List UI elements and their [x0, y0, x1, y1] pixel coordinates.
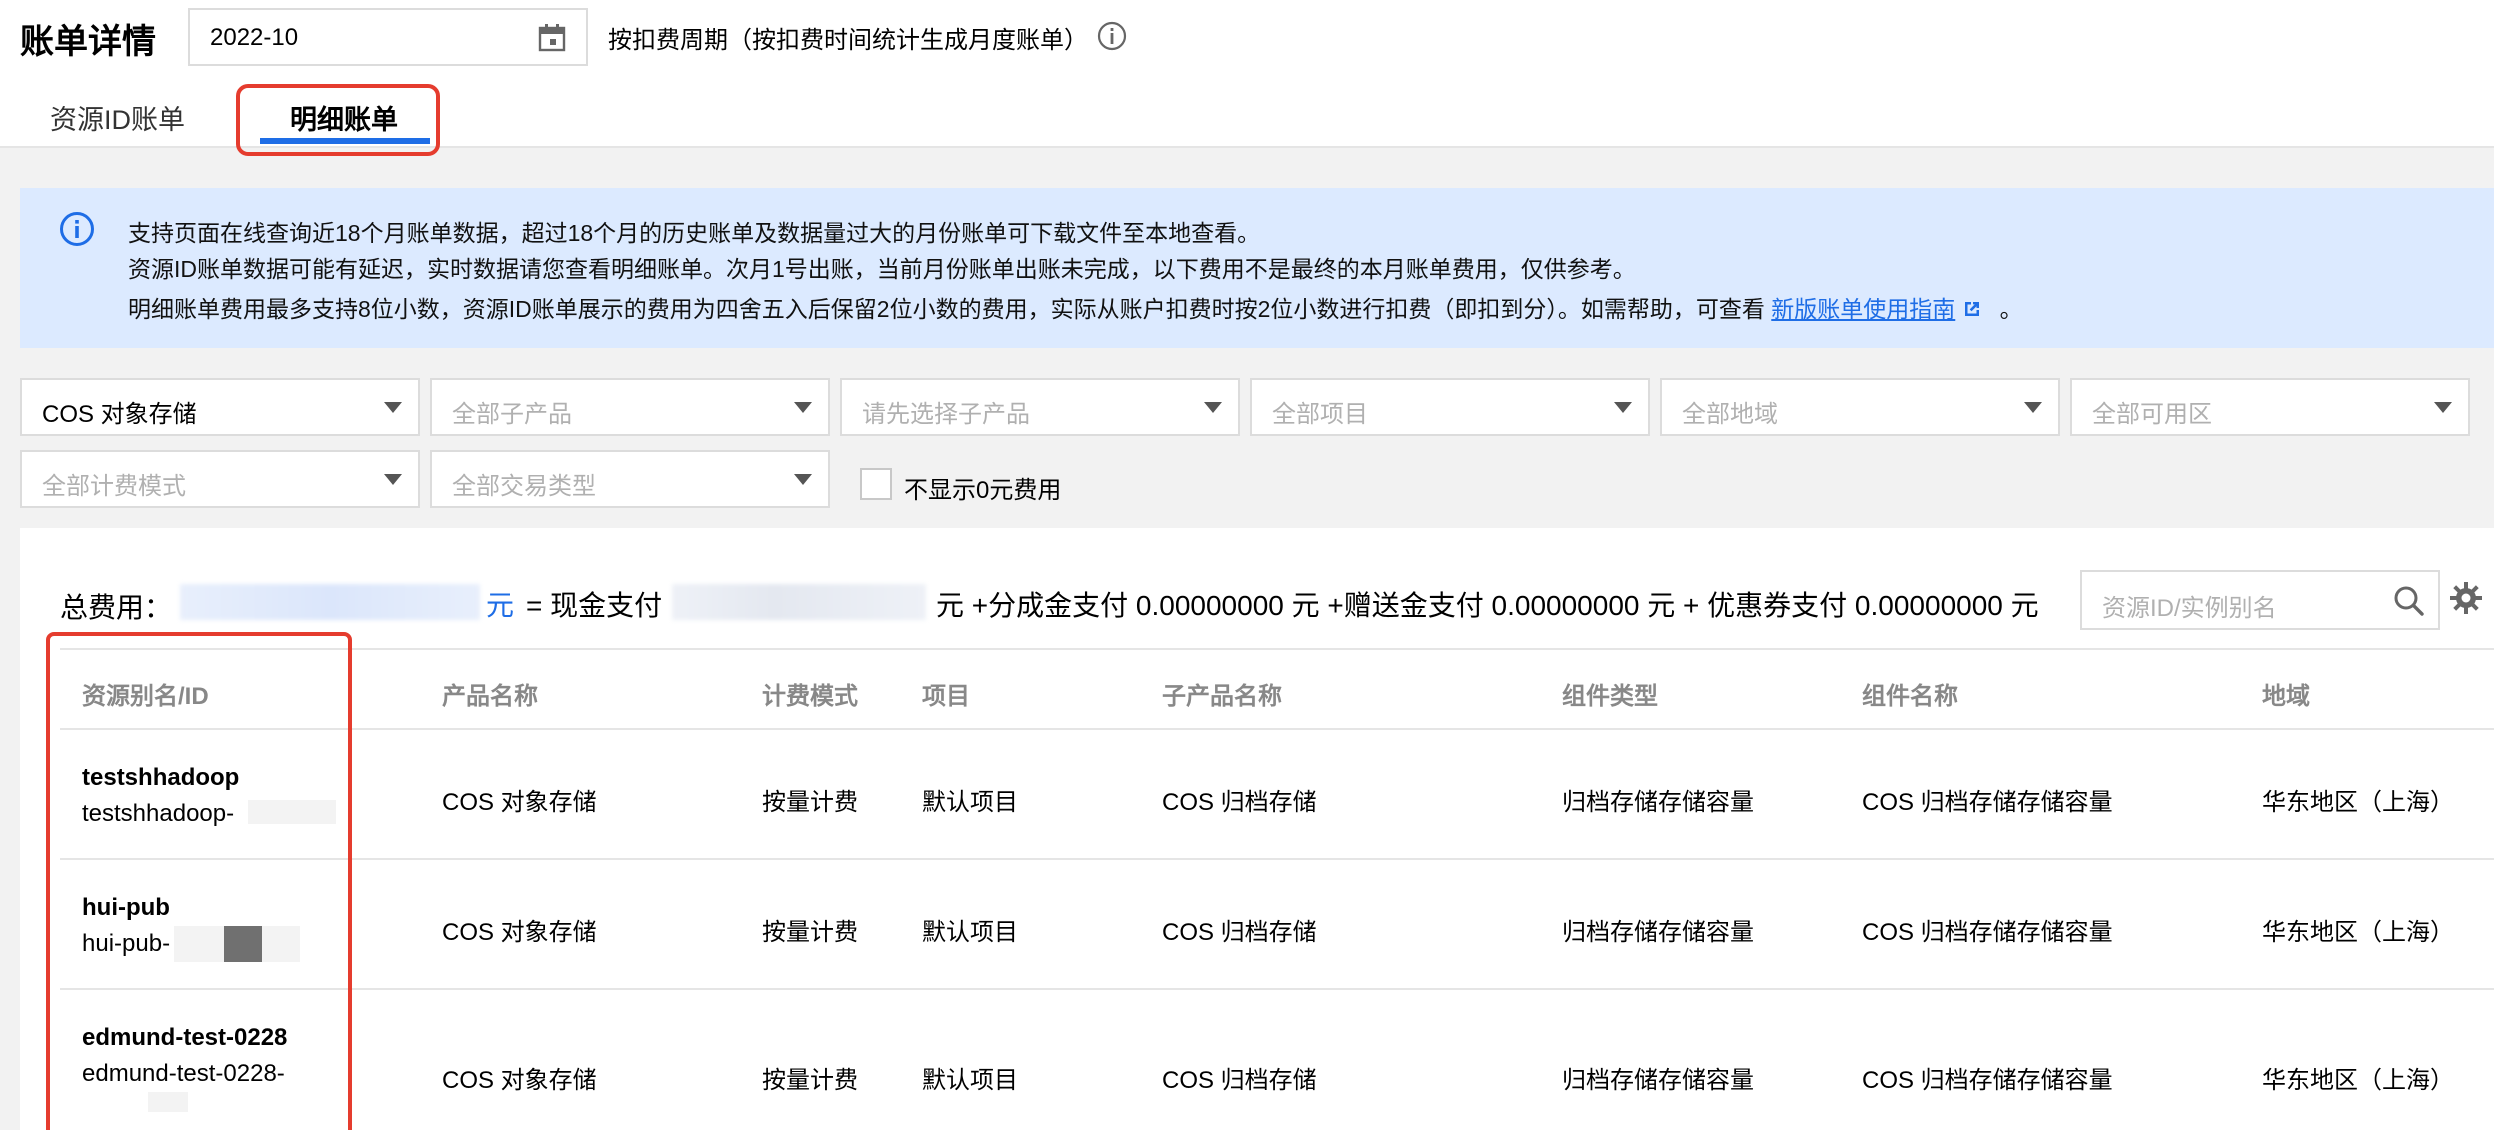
chevron-down-icon — [794, 474, 812, 485]
info-circle-icon[interactable] — [1096, 20, 1128, 52]
row3-project: 默认项目 — [922, 1067, 1018, 1094]
hide-zero-checkbox[interactable] — [860, 468, 892, 500]
masked-cash-amount — [672, 584, 926, 620]
row2-product: COS 对象存储 — [442, 919, 597, 946]
info-icon — [60, 212, 94, 246]
chevron-down-icon — [2434, 402, 2452, 413]
row3-sub-product: COS 归档存储 — [1162, 1067, 1317, 1094]
transaction-type-select-value: 全部交易类型 — [452, 473, 596, 500]
chevron-down-icon — [1204, 402, 1222, 413]
project-select-value: 全部项目 — [1272, 401, 1368, 428]
calendar-icon — [538, 24, 566, 52]
col-project: 项目 — [922, 683, 970, 710]
row1-product: COS 对象存储 — [442, 789, 597, 816]
total-yuan-unit: 元 — [486, 590, 515, 621]
resource-search-input[interactable]: 资源ID/实例别名 — [2080, 570, 2440, 630]
row3-component-name: COS 归档存储存储容量 — [1862, 1067, 2113, 1094]
row2-component-type: 归档存储存储容量 — [1562, 919, 1754, 946]
payment-breakdown: 元 +分成金支付 0.00000000 元 +赠送金支付 0.00000000 … — [936, 590, 2039, 621]
transaction-type-select[interactable]: 全部交易类型 — [430, 450, 830, 508]
notice-line-3-text: 明细账单费用最多支持8位小数，资源ID账单展示的费用为四舍五入后保留2位小数的费… — [128, 296, 1765, 322]
month-picker[interactable]: 2022-10 — [188, 8, 588, 66]
row2-component-name: COS 归档存储存储容量 — [1862, 919, 2113, 946]
row1-region: 华东地区（上海） — [2262, 789, 2454, 816]
billing-guide-link[interactable]: 新版账单使用指南 — [1771, 296, 1955, 322]
row2-region: 华东地区（上海） — [2262, 919, 2454, 946]
row2-sub-product: COS 归档存储 — [1162, 919, 1317, 946]
billing-mode-select-value: 全部计费模式 — [42, 473, 186, 500]
gear-icon[interactable] — [2448, 580, 2484, 616]
zone-select-value: 全部可用区 — [2092, 401, 2212, 428]
row1-sub-product: COS 归档存储 — [1162, 789, 1317, 816]
row3-region: 华东地区（上海） — [2262, 1067, 2454, 1094]
chevron-down-icon — [384, 402, 402, 413]
notice-line-3: 明细账单费用最多支持8位小数，资源ID账单展示的费用为四舍五入后保留2位小数的费… — [128, 290, 2023, 324]
sub-product-detail-select[interactable]: 请先选择子产品 — [840, 378, 1240, 436]
tab-highlight-box — [236, 84, 440, 156]
col-region: 地域 — [2262, 683, 2310, 710]
external-link-icon[interactable] — [1961, 298, 1983, 320]
col-component-type: 组件类型 — [1562, 683, 1658, 710]
page-title: 账单详情 — [20, 23, 156, 61]
row2-project: 默认项目 — [922, 919, 1018, 946]
notice-line-3-end: 。 — [1999, 296, 2023, 322]
row3-component-type: 归档存储存储容量 — [1562, 1067, 1754, 1094]
hide-zero-label: 不显示0元费用 — [904, 477, 1062, 504]
zone-select[interactable]: 全部可用区 — [2070, 378, 2470, 436]
region-select-value: 全部地域 — [1682, 401, 1778, 428]
cash-payment-label: = 现金支付 — [526, 590, 663, 621]
col-sub-product: 子产品名称 — [1162, 683, 1282, 710]
sub-product-detail-select-value: 请先选择子产品 — [862, 401, 1030, 428]
product-select-value: COS 对象存储 — [42, 401, 197, 428]
col-component-name: 组件名称 — [1862, 683, 1958, 710]
billing-mode-select[interactable]: 全部计费模式 — [20, 450, 420, 508]
row-divider — [60, 858, 2494, 860]
row1-project: 默认项目 — [922, 789, 1018, 816]
sub-product-select-value: 全部子产品 — [452, 401, 572, 428]
total-cost-label: 总费用： — [60, 592, 173, 623]
search-placeholder: 资源ID/实例别名 — [2102, 595, 2277, 622]
region-select[interactable]: 全部地域 — [1660, 378, 2060, 436]
chevron-down-icon — [1614, 402, 1632, 413]
col-billing-mode: 计费模式 — [762, 683, 858, 710]
chevron-down-icon — [2024, 402, 2042, 413]
row1-component-type: 归档存储存储容量 — [1562, 789, 1754, 816]
chevron-down-icon — [384, 474, 402, 485]
row3-mode: 按量计费 — [762, 1067, 858, 1094]
chevron-down-icon — [794, 402, 812, 413]
notice-line-2: 资源ID账单数据可能有延迟，实时数据请您查看明细账单。次月1号出账，当前月份账单… — [128, 256, 1636, 282]
product-select[interactable]: COS 对象存储 — [20, 378, 420, 436]
resource-column-highlight — [46, 632, 352, 1130]
masked-total-amount — [180, 584, 480, 620]
notice-line-1: 支持页面在线查询近18个月账单数据，超过18个月的历史账单及数据量过大的月份账单… — [128, 220, 1261, 246]
row1-mode: 按量计费 — [762, 789, 858, 816]
billing-period-label: 按扣费周期（按扣费时间统计生成月度账单） — [608, 27, 1088, 54]
month-value: 2022-10 — [210, 24, 299, 51]
row1-component-name: COS 归档存储存储容量 — [1862, 789, 2113, 816]
search-icon[interactable] — [2392, 584, 2426, 618]
col-product-name: 产品名称 — [442, 683, 538, 710]
row3-product: COS 对象存储 — [442, 1067, 597, 1094]
row-divider — [60, 988, 2494, 990]
sub-product-select[interactable]: 全部子产品 — [430, 378, 830, 436]
project-select[interactable]: 全部项目 — [1250, 378, 1650, 436]
tab-resource-id-bill[interactable]: 资源ID账单 — [50, 98, 185, 137]
row2-mode: 按量计费 — [762, 919, 858, 946]
